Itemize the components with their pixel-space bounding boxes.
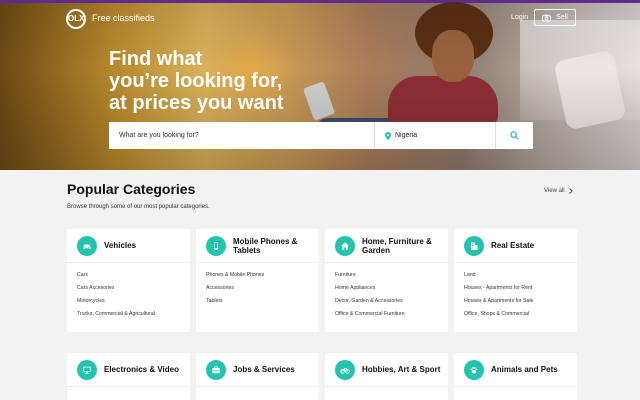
search-input[interactable]: What are you looking for?	[109, 122, 375, 149]
location-select[interactable]: Nigeria	[375, 122, 496, 149]
subcategory-link[interactable]: Land	[464, 271, 577, 284]
card-title: Jobs & Services	[233, 365, 295, 374]
briefcase-icon	[206, 359, 226, 380]
card-header: Electronics & Video	[67, 353, 190, 387]
olx-logo[interactable]: OLX	[66, 9, 86, 29]
house-icon	[335, 235, 355, 256]
section-subtitle: Browse through some of our most popular …	[67, 204, 210, 210]
search-button[interactable]	[496, 122, 533, 149]
card-header: Jobs & Services	[196, 353, 319, 387]
category-card-real-estate[interactable]: Real Estate Land Houses - Apartments for…	[454, 229, 577, 332]
subcategory-list: Furniture Home Appliances Decor, Garden …	[325, 263, 448, 323]
brand-tagline: Free classifieds	[92, 13, 155, 23]
subcategory-link[interactable]: Cars	[77, 271, 190, 284]
card-title: Mobile Phones & Tablets	[233, 236, 298, 255]
card-title: Real Estate	[491, 241, 535, 250]
sell-button[interactable]: Sell	[534, 9, 576, 26]
category-card-jobs-services[interactable]: Jobs & Services	[196, 353, 319, 400]
camera-icon	[542, 14, 552, 22]
card-header: Mobile Phones & Tablets	[196, 229, 319, 263]
subcategory-list: Cars Cars Accesories Motorcycles Trucks,…	[67, 263, 190, 323]
card-header: Vehicles	[67, 229, 190, 263]
hero-headline-line: Find what	[109, 48, 203, 70]
subcategory-list: Phones & Mobile Phones Accessories Table…	[196, 263, 319, 310]
card-header: Animals and Pets	[454, 353, 577, 387]
section-title: Popular Categories	[67, 181, 196, 197]
hero-headline-line: you’re looking for,	[109, 70, 283, 92]
subcategory-link[interactable]: Home Appliances	[335, 284, 448, 297]
card-header: Hobbies, Art & Sport	[325, 353, 448, 387]
subcategory-link[interactable]: Motorcycles	[77, 297, 190, 310]
car-icon	[77, 235, 97, 256]
sell-label: Sell	[556, 14, 568, 21]
category-card-hobbies[interactable]: Hobbies, Art & Sport	[325, 353, 448, 400]
view-all-link[interactable]: View all	[544, 188, 573, 194]
card-title: Hobbies, Art & Sport	[362, 365, 441, 374]
subcategory-link[interactable]: Accessories	[206, 284, 319, 297]
category-card-mobile-phones[interactable]: Mobile Phones & Tablets Phones & Mobile …	[196, 229, 319, 332]
category-card-vehicles[interactable]: Vehicles Cars Cars Accesories Motorcycle…	[67, 229, 190, 332]
card-header: Real Estate	[454, 229, 577, 263]
location-value: Nigeria	[395, 132, 418, 139]
hero-headline: Find what you’re looking for, at prices …	[109, 48, 349, 114]
card-title: Electronics & Video	[104, 365, 179, 374]
subcategory-link[interactable]: Houses & Apartments for Sale	[464, 297, 577, 310]
card-header: Home, Furniture & Garden	[325, 229, 448, 263]
card-title: Home, Furniture & Garden	[362, 236, 432, 255]
card-title: Vehicles	[104, 241, 137, 250]
chevron-right-icon	[568, 188, 573, 194]
subcategory-list: Land Houses - Apartments for Rent Houses…	[454, 263, 577, 323]
building-icon	[464, 235, 484, 256]
subcategory-link[interactable]: Houses - Apartments for Rent	[464, 284, 577, 297]
subcategory-link[interactable]: Furniture	[335, 271, 448, 284]
category-card-home-furniture[interactable]: Home, Furniture & Garden Furniture Home …	[325, 229, 448, 332]
location-pin-icon	[385, 131, 391, 140]
subcategory-link[interactable]: Office & Commercial Furniture	[335, 310, 448, 323]
mobile-phone-icon	[206, 235, 226, 256]
subcategory-link[interactable]: Office, Shops & Commercial	[464, 310, 577, 323]
monitor-icon	[77, 359, 97, 380]
search-bar: What are you looking for? Nigeria	[109, 122, 533, 149]
subcategory-link[interactable]: Cars Accesories	[77, 284, 190, 297]
paw-icon	[464, 359, 484, 380]
card-title: Animals and Pets	[491, 365, 558, 374]
hero-headline-line: at prices you want	[109, 92, 284, 114]
view-all-label: View all	[544, 188, 565, 194]
bicycle-icon	[335, 359, 355, 380]
subcategory-link[interactable]: Trucks, Commercial & Agricultural	[77, 310, 190, 323]
subcategory-link[interactable]: Phones & Mobile Phones	[206, 271, 319, 284]
login-link[interactable]: Login	[511, 14, 528, 21]
category-card-animals[interactable]: Animals and Pets	[454, 353, 577, 400]
subcategory-link[interactable]: Decor, Garden & Accessories	[335, 297, 448, 310]
category-card-electronics[interactable]: Electronics & Video	[67, 353, 190, 400]
search-icon	[510, 131, 519, 140]
subcategory-link[interactable]: Tablets	[206, 297, 319, 310]
